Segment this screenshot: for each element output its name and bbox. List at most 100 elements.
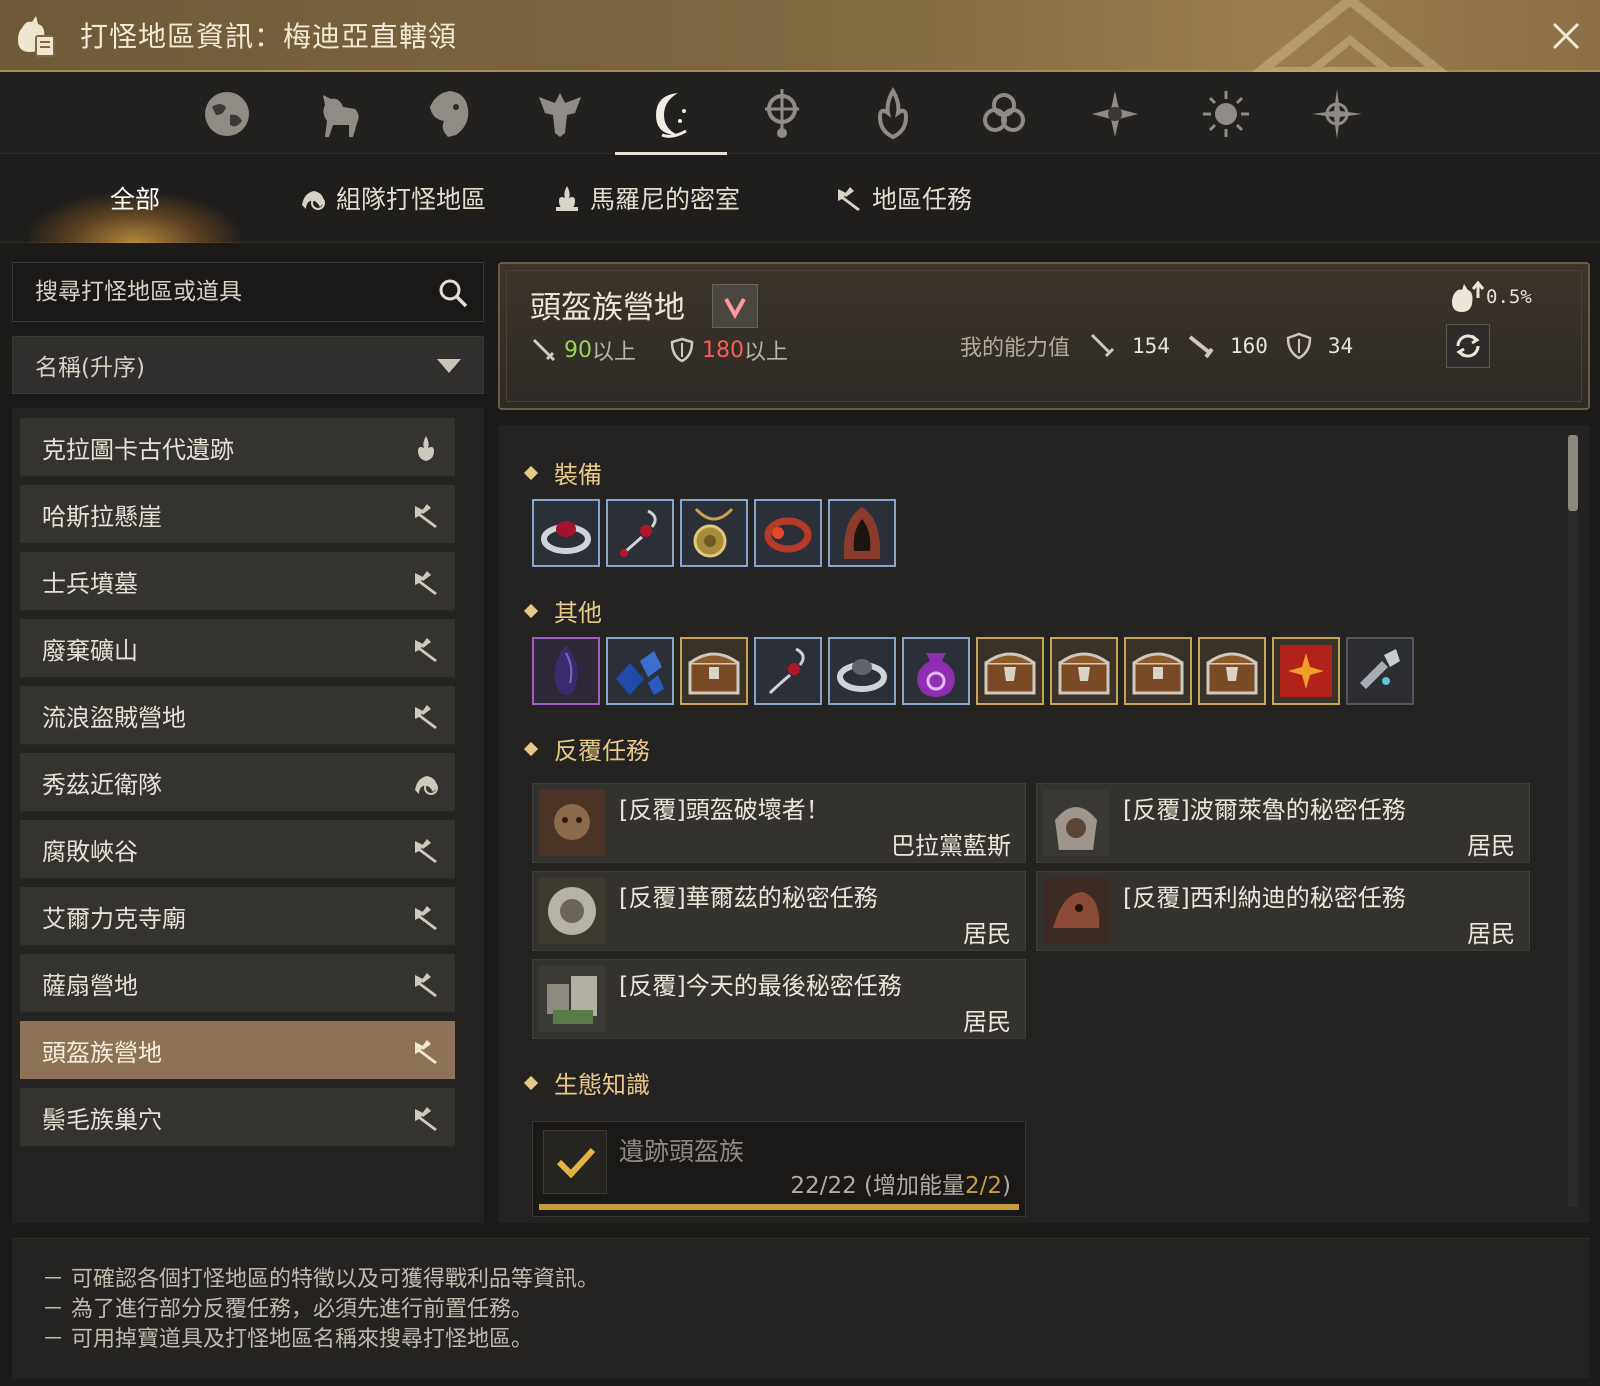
zone-list-item[interactable]: 秀茲近衛隊 bbox=[20, 753, 455, 813]
section-label: 裝備 bbox=[554, 461, 602, 489]
region-tab-triquetra[interactable] bbox=[962, 80, 1046, 148]
zone-name: 克拉圖卡古代遺跡 bbox=[42, 435, 234, 464]
zone-list-item[interactable]: 流浪盜賊營地 bbox=[20, 686, 455, 746]
section-equipment-title: 裝備 bbox=[523, 455, 602, 490]
region-quest-icon bbox=[838, 187, 860, 211]
region-tab-compass[interactable] bbox=[740, 80, 824, 148]
item-slot[interactable] bbox=[902, 637, 970, 705]
refresh-button[interactable] bbox=[1446, 324, 1490, 368]
help-line: － 可確認各個打怪地區的特徵以及可獲得戰利品等資訊。 bbox=[42, 1267, 599, 1292]
search-input[interactable] bbox=[35, 279, 435, 305]
crescent-moon-icon bbox=[656, 93, 687, 138]
treasure-chest-icon bbox=[688, 652, 740, 695]
knowledge-progress: 22/22 (增加能量2/2) bbox=[790, 1166, 1011, 1200]
necklace-icon bbox=[693, 507, 734, 558]
zone-list-item[interactable]: 腐敗峽谷 bbox=[20, 820, 455, 880]
zone-list-item[interactable]: 廢棄礦山 bbox=[20, 619, 455, 679]
region-tab-lion[interactable] bbox=[407, 80, 491, 148]
scrollbar[interactable] bbox=[1568, 435, 1578, 1207]
region-tab-horse[interactable] bbox=[296, 80, 380, 148]
diamond-bullet-icon bbox=[523, 741, 539, 756]
knowledge-progress-end: ) bbox=[1002, 1173, 1011, 1199]
item-slot[interactable] bbox=[532, 499, 600, 567]
region-tab-moon[interactable] bbox=[615, 80, 727, 156]
item-slot[interactable] bbox=[1346, 637, 1414, 705]
treasure-chest-icon bbox=[1206, 652, 1258, 695]
my-stats: 我的能力值 154 160 34 bbox=[960, 330, 1369, 362]
zone-list-item[interactable]: 鬃毛族巢穴 bbox=[20, 1088, 455, 1148]
search-icon[interactable] bbox=[437, 277, 469, 309]
item-slot[interactable] bbox=[532, 637, 600, 705]
quest-npc-portrait bbox=[1043, 878, 1109, 944]
my-awakening-ap-value: 160 bbox=[1229, 334, 1268, 358]
region-tab-flame[interactable] bbox=[851, 80, 935, 148]
item-slot[interactable] bbox=[1124, 637, 1192, 705]
knowledge-progress-main: 22/22 (增加能量 bbox=[790, 1173, 965, 1199]
zone-list-item[interactable]: 艾爾力克寺廟 bbox=[20, 887, 455, 947]
loot-bag-icon bbox=[18, 16, 55, 57]
quest-npc-portrait bbox=[539, 966, 605, 1032]
drop-rate-bag-icon bbox=[1452, 280, 1485, 312]
checkmark-icon bbox=[556, 1147, 596, 1179]
zone-name: 秀茲近衛隊 bbox=[42, 770, 162, 799]
sword-icon bbox=[1090, 333, 1115, 358]
quest-card[interactable]: [反覆]頭盔破壞者！ 巴拉黨藍斯 bbox=[532, 783, 1026, 863]
sun-emblem-icon bbox=[1203, 91, 1249, 137]
item-slot[interactable] bbox=[1198, 637, 1266, 705]
region-tab-eagle[interactable] bbox=[518, 80, 602, 148]
region-tab-sun[interactable] bbox=[1184, 80, 1268, 148]
quest-card[interactable]: [反覆]華爾茲的秘密任務 居民 bbox=[532, 871, 1026, 951]
item-slot[interactable] bbox=[754, 499, 822, 567]
region-quest-icon bbox=[415, 1107, 437, 1131]
zone-name: 哈斯拉懸崖 bbox=[42, 502, 162, 531]
zone-name: 鬃毛族巢穴 bbox=[42, 1105, 162, 1134]
earring-icon bbox=[620, 509, 657, 557]
tab-all[interactable]: 全部 bbox=[30, 173, 240, 223]
diamond-bullet-icon bbox=[523, 603, 539, 618]
item-slot[interactable] bbox=[754, 637, 822, 705]
zone-list-item-selected[interactable]: 頭盔族營地 bbox=[20, 1021, 455, 1081]
window-title: 打怪地區資訊：梅迪亞直轄領 bbox=[80, 20, 458, 53]
item-slot[interactable] bbox=[828, 637, 896, 705]
quest-card[interactable]: [反覆]今天的最後秘密任務 居民 bbox=[532, 959, 1026, 1039]
item-slot[interactable] bbox=[606, 637, 674, 705]
item-slot[interactable] bbox=[976, 637, 1044, 705]
red-book-icon bbox=[1280, 645, 1332, 697]
quest-npc: 居民 bbox=[963, 920, 1011, 948]
diamond-bullet-icon bbox=[523, 465, 539, 480]
item-slot[interactable] bbox=[1272, 637, 1340, 705]
item-slot[interactable] bbox=[606, 499, 674, 567]
item-slot[interactable] bbox=[828, 499, 896, 567]
drop-rate: 0.5% bbox=[1448, 280, 1532, 314]
tab-party-zones[interactable]: 組隊打怪地區 bbox=[298, 173, 486, 223]
region-tab-compass-star[interactable] bbox=[1295, 80, 1379, 148]
zone-dropdown-button[interactable] bbox=[712, 284, 758, 328]
zone-list-item[interactable]: 哈斯拉懸崖 bbox=[20, 485, 455, 545]
star-burst-icon bbox=[1092, 91, 1138, 137]
chevron-down-icon bbox=[724, 298, 746, 319]
knowledge-card[interactable]: 遺跡頭盔族 22/22 (增加能量2/2) bbox=[532, 1121, 1026, 1217]
quest-npc: 居民 bbox=[1467, 920, 1515, 948]
zone-list-item[interactable]: 薩扇營地 bbox=[20, 954, 455, 1014]
zone-list-item[interactable]: 士兵墳墓 bbox=[20, 552, 455, 612]
scrollbar-thumb[interactable] bbox=[1568, 435, 1578, 511]
item-slot[interactable] bbox=[680, 637, 748, 705]
item-slot[interactable] bbox=[1050, 637, 1118, 705]
quest-card[interactable]: [反覆]波爾萊魯的秘密任務 居民 bbox=[1036, 783, 1530, 863]
region-tab-globe[interactable] bbox=[185, 80, 269, 148]
region-tab-starburst[interactable] bbox=[1073, 80, 1157, 148]
sort-dropdown[interactable]: 名稱(升序) bbox=[12, 336, 484, 394]
quest-card[interactable]: [反覆]西利納迪的秘密任務 居民 bbox=[1036, 871, 1530, 951]
section-repeat-quests-title: 反覆任務 bbox=[523, 731, 650, 766]
zone-list-item[interactable]: 克拉圖卡古代遺跡 bbox=[20, 418, 455, 478]
flame-emblem-icon bbox=[877, 87, 909, 140]
region-quest-icon bbox=[415, 839, 437, 863]
tab-region-quests[interactable]: 地區任務 bbox=[834, 173, 972, 223]
marni-flame-icon bbox=[556, 186, 578, 211]
section-label: 其他 bbox=[554, 599, 602, 627]
knowledge-progress-fill bbox=[539, 1204, 1019, 1210]
item-slot[interactable] bbox=[680, 499, 748, 567]
close-icon[interactable] bbox=[1546, 16, 1586, 56]
tab-marni-room[interactable]: 馬羅尼的密室 bbox=[552, 173, 740, 223]
section-label: 生態知識 bbox=[554, 1071, 650, 1099]
